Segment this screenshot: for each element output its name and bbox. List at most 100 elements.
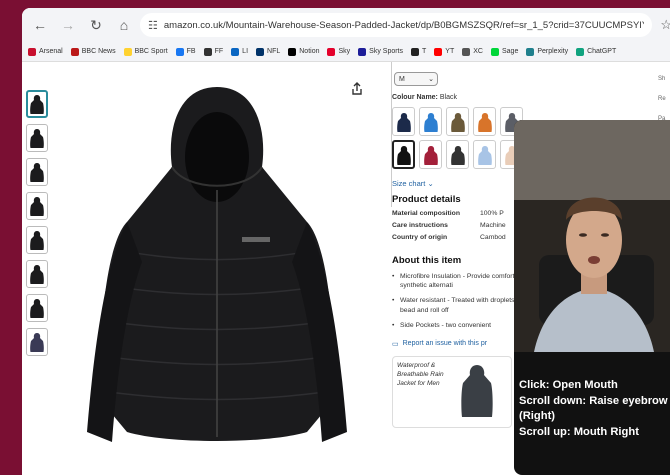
bookmark-label: Sky Sports <box>369 48 404 55</box>
about-item: Side Pockets - two convenient <box>392 321 532 330</box>
card-image <box>461 364 493 417</box>
bookmark-favicon-icon <box>434 47 443 56</box>
bookmark-favicon-icon <box>123 47 132 56</box>
related-product-card[interactable]: Waterproof & Breathable Rain Jacket for … <box>392 355 512 428</box>
details-table: Material composition 100% P Care instructi… <box>392 210 532 241</box>
product-thumbnail[interactable] <box>26 260 48 288</box>
bookmark-label: Perplexity <box>537 48 569 55</box>
browser-toolbar: ← → ↻ ⌂ ☷ amazon.co.uk/Mountain-Warehous… <box>22 8 670 42</box>
bookmark-item[interactable]: YT <box>434 47 455 56</box>
chevron-down-icon: ⌄ <box>427 179 434 188</box>
bookmark-item[interactable]: Arsenal <box>28 47 63 56</box>
bookmark-favicon-icon <box>358 47 367 56</box>
bookmark-item[interactable]: FB <box>175 47 196 56</box>
bookmark-item[interactable]: Notion <box>288 47 319 56</box>
size-select[interactable]: M ⌄ <box>394 72 438 86</box>
right-column-label: Sh <box>658 76 666 82</box>
bookmark-item[interactable]: NFL <box>256 47 281 56</box>
gesture-instructions: Click: Open Mouth Scroll down: Raise eyeb… <box>519 378 669 440</box>
product-thumbnail[interactable] <box>26 226 48 254</box>
colour-swatch[interactable] <box>392 140 415 169</box>
bookmark-favicon-icon <box>462 47 471 56</box>
product-main-image[interactable] <box>67 72 367 472</box>
share-icon[interactable] <box>350 82 364 96</box>
swatch-jacket-icon <box>396 145 411 165</box>
colour-value: Black <box>439 94 457 101</box>
product-thumbnail[interactable] <box>26 124 48 152</box>
jacket-thumbnail-icon <box>30 231 44 250</box>
webcam-overlay: Click: Open Mouth Scroll down: Raise eyeb… <box>514 120 670 475</box>
instruction-line: Click: Open Mouth <box>519 379 618 391</box>
product-thumbnail[interactable] <box>26 158 48 186</box>
bookmark-label: Sky <box>338 48 351 55</box>
bookmark-label: BBC Sport <box>134 48 168 55</box>
instruction-line: Scroll down: Raise eyebrow (Right) <box>519 394 668 423</box>
right-column-label: Re <box>658 96 666 102</box>
colour-swatch[interactable] <box>473 107 496 136</box>
bookmark-item[interactable]: Sage <box>490 47 519 56</box>
bookmark-favicon-icon <box>411 47 420 56</box>
bookmark-item[interactable]: T <box>411 47 427 56</box>
about-item: Water resistant - Treated with droplets … <box>392 296 532 314</box>
colour-swatch[interactable] <box>392 107 415 136</box>
bookmark-label: YT <box>445 48 455 55</box>
jacket-thumbnail-icon <box>30 95 44 114</box>
about-heading: About this item <box>392 255 462 266</box>
bookmark-item[interactable]: FF <box>203 47 223 56</box>
product-thumbnail[interactable] <box>26 294 48 322</box>
bookmark-item[interactable]: Sky <box>327 47 351 56</box>
product-thumbnail[interactable] <box>26 192 48 220</box>
bookmark-item[interactable]: BBC News <box>70 47 116 56</box>
bookmark-item[interactable]: ChatGPT <box>576 47 617 56</box>
colour-name: Colour Name: Black <box>392 94 532 101</box>
size-chart-link[interactable]: Size chart ⌄ <box>392 179 532 188</box>
bookmark-favicon-icon <box>490 47 499 56</box>
details-key: Material composition <box>392 210 460 217</box>
bookmark-label: Sage <box>501 48 519 55</box>
bookmark-label: ChatGPT <box>587 48 617 55</box>
colour-swatch[interactable] <box>446 140 469 169</box>
instruction-line: Scroll up: Mouth Right <box>519 425 639 438</box>
details-row: Material composition 100% P <box>392 210 532 217</box>
reload-icon[interactable]: ↻ <box>84 13 108 37</box>
bookmark-item[interactable]: Sky Sports <box>358 47 404 56</box>
bookmark-label: LI <box>242 48 249 55</box>
report-issue-link[interactable]: ▭ Report an issue with this pr <box>392 340 532 348</box>
colour-swatch[interactable] <box>419 140 442 169</box>
report-label: Report an issue with this pr <box>402 340 488 348</box>
jacket-thumbnail-icon <box>30 163 44 182</box>
about-list: Microfibre Insulation - Provide comfort,… <box>392 272 532 330</box>
bookmark-item[interactable]: LI <box>231 47 249 56</box>
jacket-thumbnail-icon <box>30 265 44 284</box>
jacket-thumbnail-icon <box>30 333 44 352</box>
address-bar[interactable]: ☷ amazon.co.uk/Mountain-Warehouse-Season… <box>140 13 653 37</box>
forward-icon[interactable]: → <box>56 13 80 37</box>
bookmark-label: NFL <box>267 48 281 55</box>
bookmark-item[interactable]: XC <box>462 47 483 56</box>
jacket-thumbnail-icon <box>30 129 44 148</box>
swatch-jacket-icon <box>450 145 465 165</box>
colour-swatch[interactable] <box>473 140 496 169</box>
home-icon[interactable]: ⌂ <box>112 13 136 37</box>
details-key: Country of origin <box>392 234 448 241</box>
details-value: Cambod <box>480 234 506 241</box>
product-thumbnail[interactable] <box>26 90 48 118</box>
about-item: Microfibre Insulation - Provide comfort,… <box>392 272 532 290</box>
report-icon: ▭ <box>392 340 399 348</box>
bookmark-favicon-icon <box>526 47 535 56</box>
bookmark-item[interactable]: Perplexity <box>526 47 569 56</box>
bookmark-item[interactable]: BBC Sport <box>123 47 168 56</box>
jacket-thumbnail-icon <box>30 197 44 216</box>
details-value: 100% P <box>480 210 504 217</box>
bookmark-favicon-icon <box>288 47 297 56</box>
colour-swatch[interactable] <box>446 107 469 136</box>
colour-swatch[interactable] <box>419 107 442 136</box>
swatch-jacket-icon <box>396 112 411 132</box>
colour-swatches <box>392 107 532 169</box>
site-info-icon[interactable]: ☷ <box>148 19 158 32</box>
product-thumbnail[interactable] <box>26 328 48 356</box>
bookmark-star-icon[interactable]: ☆ <box>660 17 670 33</box>
bookmark-label: T <box>422 48 427 55</box>
back-icon[interactable]: ← <box>28 13 52 37</box>
webcam-feed <box>514 120 670 352</box>
